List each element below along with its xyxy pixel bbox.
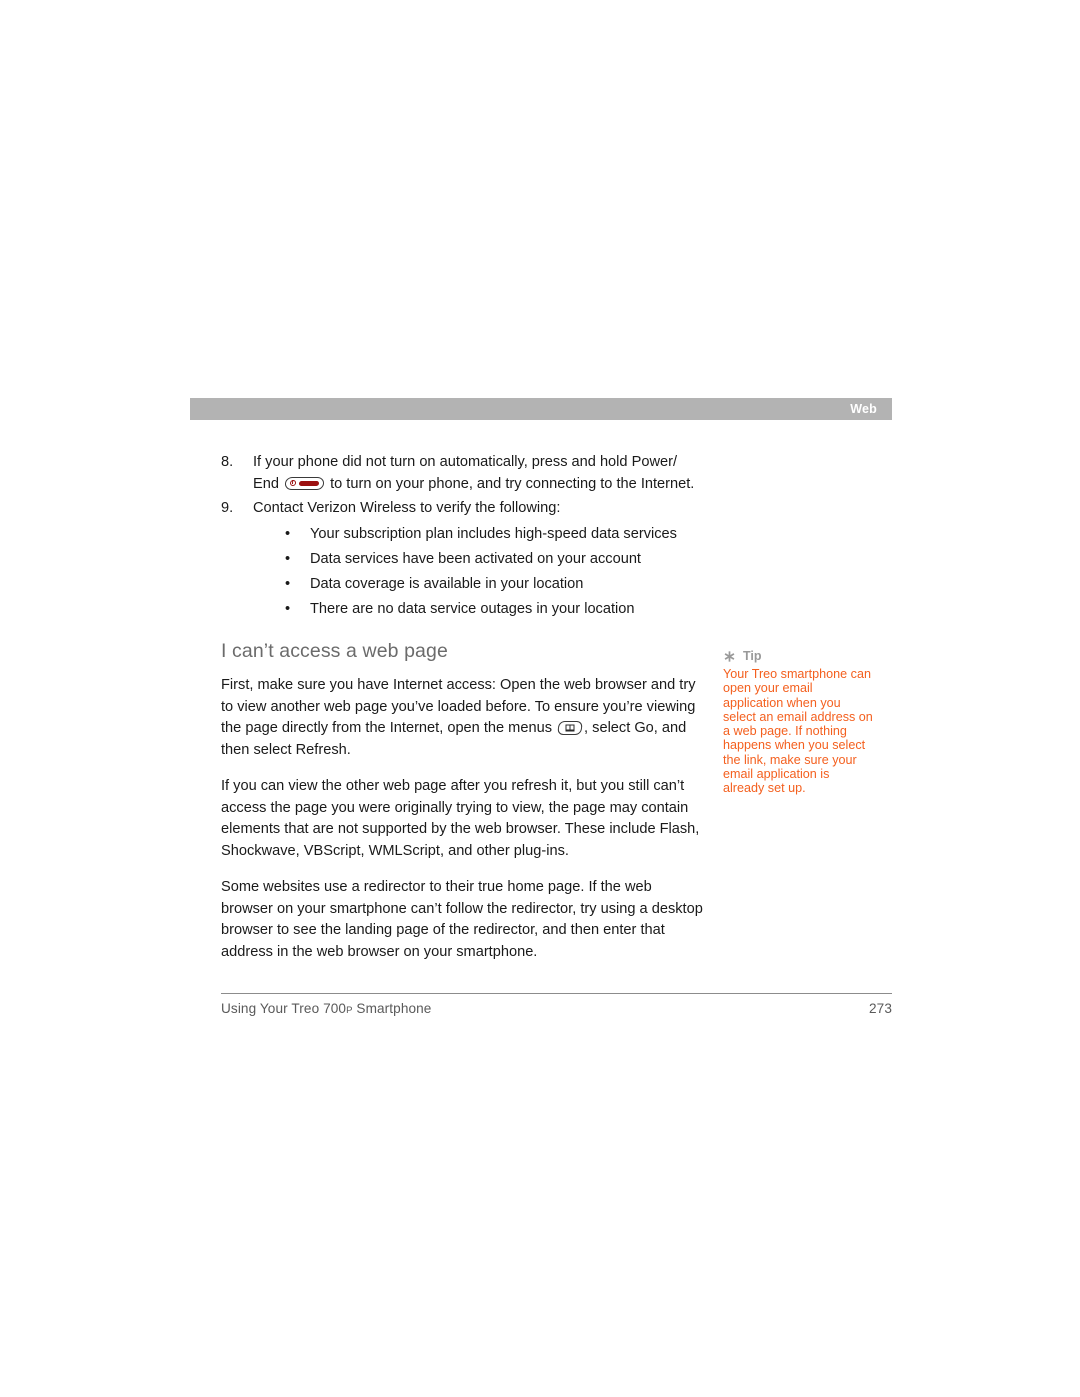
list-item: • Data coverage is available in your loc… [253, 574, 703, 596]
bullet-dot: • [285, 575, 291, 592]
body-paragraph-2: If you can view the other web page after… [221, 778, 700, 859]
tip-sidebar: Tip Your Treo smartphone can open your e… [723, 650, 873, 796]
step-text: Contact Verizon Wireless to verify the f… [253, 500, 561, 516]
list-item: • Your subscription plan includes high-s… [253, 524, 703, 546]
bullet-list: • Your subscription plan includes high-s… [253, 524, 703, 621]
list-item-label: Your subscription plan includes high-spe… [310, 525, 677, 542]
tip-body-text: Your Treo smartphone can open your email… [723, 667, 873, 796]
list-item: • Data services have been activated on y… [253, 549, 703, 571]
footer-divider [221, 993, 892, 994]
numbered-step-8: 8. If your phone did not turn on automat… [221, 452, 703, 495]
step-number: 9. [221, 500, 234, 516]
running-header-bar: Web [190, 398, 892, 420]
body-paragraph-1: First, make sure you have Internet acces… [221, 675, 703, 761]
numbered-step-list: 8. If your phone did not turn on automat… [221, 452, 703, 620]
list-item-label: Data services have been activated on you… [310, 550, 641, 567]
bullet-dot: • [285, 600, 291, 617]
numbered-step-9: 9. Contact Verizon Wireless to verify th… [221, 498, 703, 620]
asterisk-icon [724, 651, 735, 662]
menu-key-icon [557, 720, 583, 735]
list-item: • There are no data service outages in y… [253, 599, 703, 621]
page-number: 273 [869, 1001, 892, 1016]
page-footer: Using Your Treo 700P Smartphone 273 [221, 1001, 892, 1016]
power-end-key-icon [284, 476, 325, 490]
document-page: Web 8. If your phone did not turn on aut… [0, 0, 1080, 1397]
footer-title-part1: Using Your Treo 700 [221, 1001, 347, 1016]
step-text-after-icon: to turn on your phone, and try connectin… [326, 475, 695, 492]
step-number: 8. [221, 454, 234, 470]
body-paragraph-3: Some websites use a redirector to their … [221, 879, 703, 960]
footer-title: Using Your Treo 700P Smartphone [221, 1001, 431, 1016]
section-heading: I can’t access a web page [221, 640, 448, 662]
footer-title-part2: Smartphone [352, 1001, 432, 1016]
list-item-label: Data coverage is available in your locat… [310, 575, 584, 592]
bullet-dot: • [285, 550, 291, 567]
main-text-column: 8. If your phone did not turn on automat… [221, 452, 703, 963]
tip-label: Tip [743, 649, 762, 664]
running-header-section-label: Web [850, 401, 877, 416]
bullet-dot: • [285, 525, 291, 542]
list-item-label: There are no data service outages in you… [310, 600, 635, 617]
tip-header: Tip [723, 650, 873, 663]
